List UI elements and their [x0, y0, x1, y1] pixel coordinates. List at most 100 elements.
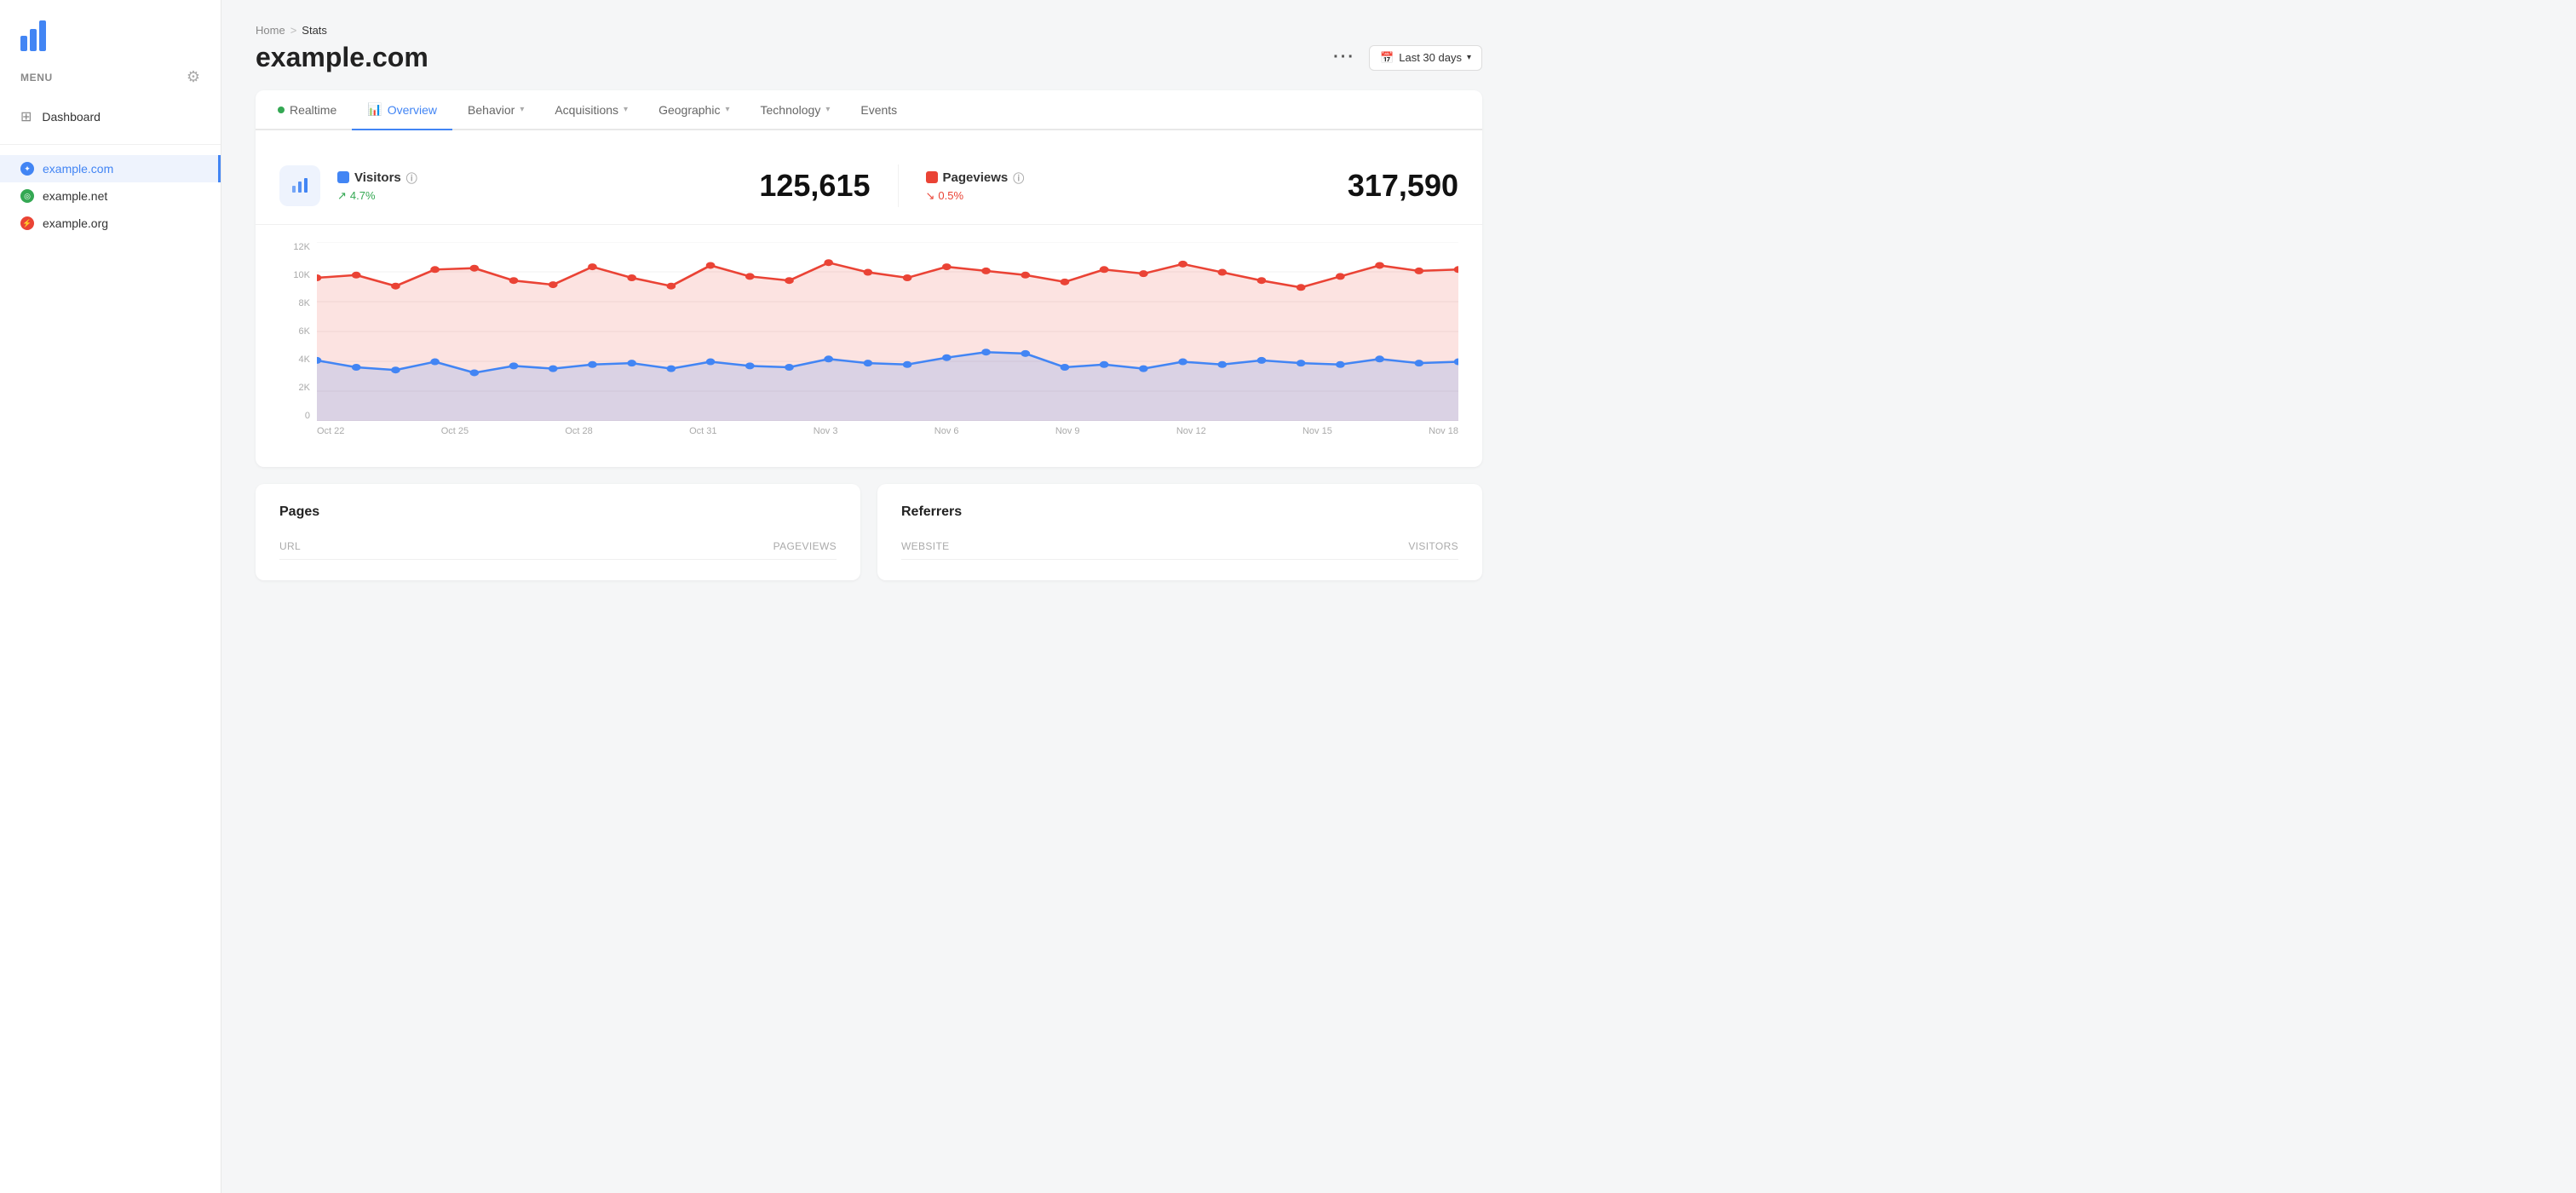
pageviews-dot — [864, 269, 873, 276]
visitors-legend-dot — [337, 171, 349, 183]
overview-chart-icon: 📊 — [367, 102, 382, 117]
title-actions: ··· 📅 Last 30 days ▾ — [1333, 45, 1482, 71]
x-label-nov12: Nov 12 — [1176, 426, 1206, 447]
pageviews-down-arrow: ↘ — [926, 189, 935, 203]
pageviews-dot — [469, 265, 479, 272]
pages-title: Pages — [279, 504, 837, 520]
visitors-dot — [352, 364, 361, 371]
visitors-dot — [824, 355, 833, 362]
dashboard-icon: ⊞ — [20, 108, 32, 125]
logo-icon — [20, 20, 46, 51]
settings-icon[interactable]: ⚙ — [187, 68, 200, 86]
x-label-oct31: Oct 31 — [689, 426, 716, 447]
visitors-dot — [549, 366, 558, 372]
tab-events-label: Events — [860, 103, 897, 117]
y-label-10k: 10K — [293, 270, 310, 280]
menu-label: MENU — [20, 72, 53, 84]
tab-overview[interactable]: 📊 Overview — [352, 90, 452, 130]
y-label-12k: 12K — [293, 242, 310, 252]
visitors-dot — [1414, 360, 1423, 366]
site-dot-example-net: ◎ — [20, 189, 34, 203]
pageviews-value: 317,590 — [1348, 168, 1458, 204]
x-label-nov18: Nov 18 — [1429, 426, 1458, 447]
chart-body — [317, 242, 1458, 421]
visitors-dot — [469, 369, 479, 376]
visitors-dot — [1178, 359, 1187, 366]
pageviews-dot — [824, 259, 833, 266]
breadcrumb-home[interactable]: Home — [256, 24, 285, 37]
tab-overview-label: Overview — [388, 103, 437, 117]
visitors-dot — [667, 366, 676, 372]
sidebar-item-example-net[interactable]: ◎ example.net — [0, 182, 221, 210]
site-dot-example-org: ⚡ — [20, 216, 34, 230]
tab-events[interactable]: Events — [845, 91, 912, 130]
pageviews-label: Pageviews — [943, 170, 1009, 185]
visitors-up-arrow: ↗ — [337, 189, 347, 203]
bar3 — [39, 20, 46, 51]
referrers-title: Referrers — [901, 504, 1458, 520]
visitors-metric: Visitors ⓘ ↗ 4.7% — [337, 170, 732, 203]
visitors-label: Visitors — [354, 170, 401, 185]
pageviews-dot — [903, 274, 912, 281]
tab-behavior-label: Behavior — [468, 103, 515, 117]
tab-realtime[interactable]: Realtime — [262, 91, 352, 130]
sidebar-item-example-org[interactable]: ⚡ example.org — [0, 210, 221, 237]
x-label-nov15: Nov 15 — [1302, 426, 1332, 447]
visitors-dot — [1139, 366, 1148, 372]
sidebar-divider — [0, 144, 221, 145]
pageviews-info-icon[interactable]: ⓘ — [1013, 170, 1024, 186]
acquisitions-chevron: ▾ — [624, 105, 628, 114]
visitors-change-value: 4.7% — [350, 189, 376, 202]
y-label-8k: 8K — [299, 298, 310, 308]
page-title-row: example.com ··· 📅 Last 30 days ▾ — [256, 42, 1482, 73]
metric-divider — [898, 164, 899, 207]
visitors-dot — [509, 362, 519, 369]
realtime-dot — [278, 107, 285, 113]
visitors-label-row: Visitors ⓘ — [337, 170, 732, 186]
pageviews-dot — [1100, 266, 1109, 273]
tab-geographic[interactable]: Geographic ▾ — [643, 91, 745, 130]
date-range-button[interactable]: 📅 Last 30 days ▾ — [1369, 45, 1482, 71]
tab-technology[interactable]: Technology ▾ — [745, 91, 846, 130]
visitors-dot — [981, 349, 991, 355]
x-label-nov9: Nov 9 — [1055, 426, 1080, 447]
pageviews-dot — [1021, 272, 1030, 279]
pageviews-dot — [509, 277, 519, 284]
more-button[interactable]: ··· — [1333, 48, 1355, 67]
chart-container: 12K 10K 8K 6K 4K 2K 0 — [279, 242, 1458, 447]
pageviews-dot — [549, 281, 558, 288]
pageviews-dot — [391, 283, 400, 290]
tab-geographic-label: Geographic — [658, 103, 720, 117]
visitors-dot — [903, 361, 912, 368]
y-label-6k: 6K — [299, 326, 310, 337]
tab-realtime-label: Realtime — [290, 103, 336, 117]
chart-bar-icon — [290, 176, 310, 196]
stats-icon-box — [279, 165, 320, 206]
visitors-dot — [627, 360, 636, 366]
stats-card: Realtime 📊 Overview Behavior ▾ Acquisiti… — [256, 90, 1482, 467]
pageviews-dot — [785, 277, 794, 284]
visitors-dot — [1375, 355, 1384, 362]
pageviews-metric: Pageviews ⓘ ↘ 0.5% — [926, 170, 1320, 203]
tab-acquisitions[interactable]: Acquisitions ▾ — [539, 91, 643, 130]
dashboard-label: Dashboard — [42, 110, 101, 124]
visitors-dot — [864, 360, 873, 366]
calendar-icon: 📅 — [1380, 51, 1394, 65]
behavior-chevron: ▾ — [520, 105, 524, 114]
sidebar-item-dashboard[interactable]: ⊞ Dashboard — [0, 100, 221, 134]
pages-table-header: URL Pageviews — [279, 533, 837, 560]
pageviews-dot — [981, 268, 991, 274]
pageviews-dot — [1139, 270, 1148, 277]
sidebar-item-example-com[interactable]: ✦ example.com — [0, 155, 221, 182]
site-label-example-com: example.com — [43, 162, 113, 176]
tab-behavior[interactable]: Behavior ▾ — [452, 91, 539, 130]
y-axis: 12K 10K 8K 6K 4K 2K 0 — [279, 242, 310, 421]
geographic-chevron: ▾ — [725, 105, 729, 114]
pageviews-dot — [745, 273, 755, 280]
bar2 — [30, 29, 37, 51]
technology-chevron: ▾ — [825, 105, 830, 114]
pageviews-dot — [1178, 261, 1187, 268]
pages-card: Pages URL Pageviews — [256, 484, 860, 580]
pageviews-label-row: Pageviews ⓘ — [926, 170, 1320, 186]
visitors-info-icon[interactable]: ⓘ — [406, 170, 417, 186]
